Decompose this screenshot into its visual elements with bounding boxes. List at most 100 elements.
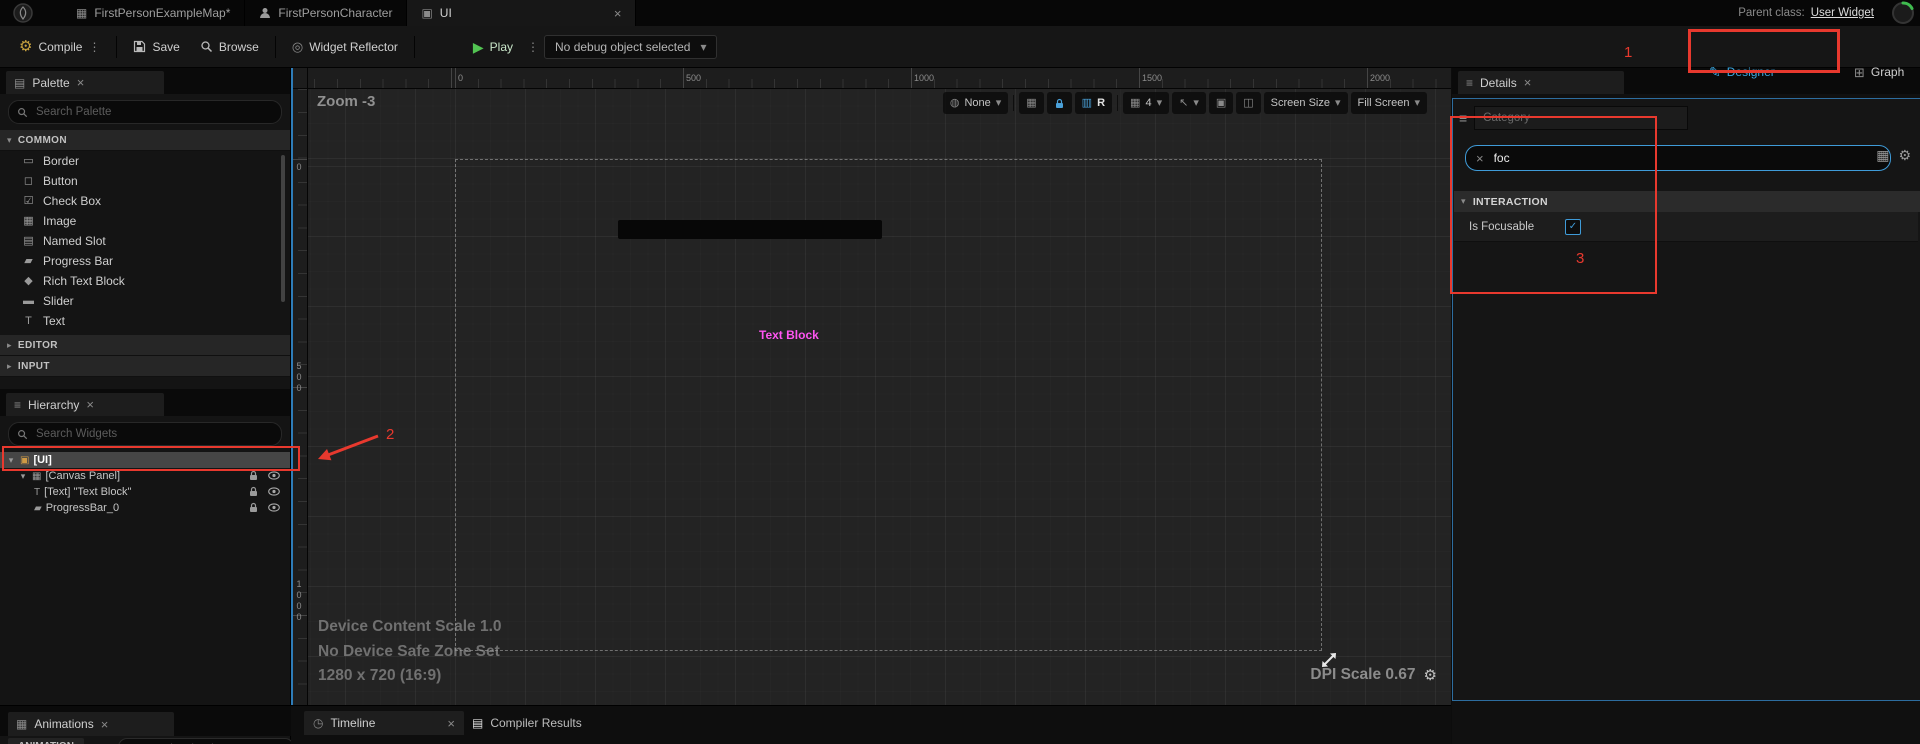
hierarchy-row-ui[interactable]: ▾ ▣ [UI] — [0, 452, 290, 468]
play-options-button[interactable]: ⋮ — [524, 36, 542, 58]
image-icon: ▦ — [22, 216, 35, 227]
palette-icon: ▤ — [14, 77, 25, 89]
palette-item-check-box[interactable]: ☑Check Box — [0, 191, 290, 211]
palette-item-rich-text-block[interactable]: ◆Rich Text Block — [0, 271, 290, 291]
lock-icon[interactable] — [248, 486, 259, 497]
hierarchy-search[interactable] — [8, 422, 282, 446]
settings-gear-icon[interactable]: ⚙ — [1898, 148, 1911, 162]
close-icon[interactable]: × — [614, 7, 622, 20]
visibility-eye-icon[interactable] — [268, 471, 280, 480]
lock-icon[interactable] — [248, 502, 259, 513]
designer-button[interactable]: ✎ Designer — [1700, 60, 1784, 84]
cursor-mode-dropdown[interactable]: ↖ ▾ — [1172, 92, 1206, 114]
tab-timeline[interactable]: ◷ Timeline × — [304, 711, 464, 735]
palette-section-editor[interactable]: ▸ EDITOR — [0, 335, 290, 356]
grid-snap-dropdown[interactable]: ▦ 4 ▾ — [1123, 92, 1169, 114]
palette-search[interactable] — [8, 100, 282, 124]
palette-section-common[interactable]: ▾ COMMON — [0, 130, 290, 151]
tab-ui[interactable]: ▣ UI × — [407, 0, 636, 26]
palette-item-slider[interactable]: ▬Slider — [0, 291, 290, 311]
snap-grid-button[interactable]: ▦ — [1019, 92, 1043, 114]
preview-image-button[interactable]: ▣ — [1209, 92, 1233, 114]
palette-item-label: Slider — [43, 294, 74, 308]
search-icon — [17, 429, 28, 440]
unreal-logo-icon[interactable] — [10, 2, 36, 24]
section-interaction[interactable]: ▾ INTERACTION — [1454, 191, 1920, 212]
display-filter-icon[interactable]: ▦ — [1876, 148, 1889, 162]
lock-widgets-button[interactable] — [1047, 92, 1072, 114]
hierarchy-row-progressbar[interactable]: ▰ ProgressBar_0 — [0, 500, 290, 516]
text-block-widget[interactable]: Text Block — [759, 328, 819, 342]
close-icon[interactable]: × — [77, 76, 85, 89]
palette-section-input[interactable]: ▸ INPUT — [0, 356, 290, 377]
palette-item-label: Text — [43, 314, 65, 328]
property-matrix-icon[interactable]: ≡ — [1459, 111, 1467, 125]
tab-details[interactable]: ≡ Details × — [1458, 71, 1624, 94]
close-icon[interactable]: × — [101, 718, 109, 731]
play-button[interactable]: ▶ Play — [464, 35, 522, 59]
animations-search[interactable] — [118, 738, 294, 744]
hierarchy-search-input[interactable] — [34, 427, 273, 441]
details-search[interactable]: × — [1465, 145, 1891, 171]
graph-button[interactable]: ⊞ Graph — [1845, 60, 1913, 84]
progress-bar-widget[interactable] — [618, 220, 882, 239]
tab-first-person-example-map[interactable]: ▦ FirstPersonExampleMap* — [62, 0, 245, 26]
text-icon: T — [22, 316, 35, 327]
clear-search-icon[interactable]: × — [1476, 152, 1484, 165]
screen-size-dropdown[interactable]: Screen Size ▾ — [1264, 92, 1348, 114]
tab-label: UI — [440, 6, 452, 20]
lock-icon[interactable] — [248, 470, 259, 481]
design-area-outline[interactable] — [455, 159, 1322, 651]
status-circle-icon[interactable] — [1890, 0, 1916, 26]
is-focusable-checkbox[interactable]: ✓ — [1565, 219, 1581, 235]
details-search-input[interactable] — [1492, 150, 1880, 166]
canvas-info-overlay: Device Content Scale 1.0 No Device Safe … — [318, 615, 502, 689]
respect-locks-button[interactable]: ▥ R — [1075, 92, 1112, 114]
palette-item-button[interactable]: ◻Button — [0, 171, 290, 191]
expander-icon[interactable]: ▾ — [18, 471, 28, 482]
panel-splitter-highlight[interactable] — [291, 67, 293, 705]
designer-canvas[interactable]: 0 500 1000 1500 2000 0 500 1000 Zoom -3 … — [291, 67, 1451, 705]
widget-reflector-button[interactable]: ◎ Widget Reflector — [283, 35, 407, 59]
tab-animations[interactable]: ▦ Animations × — [8, 712, 174, 736]
hierarchy-icon: ≡ — [14, 399, 21, 411]
tab-hierarchy[interactable]: ≡ Hierarchy × — [6, 393, 164, 416]
palette-scrollbar[interactable] — [281, 155, 285, 302]
tab-palette[interactable]: ▤ Palette × — [6, 71, 164, 94]
fill-screen-dropdown[interactable]: Fill Screen ▾ — [1351, 92, 1428, 114]
palette-item-image[interactable]: ▦Image — [0, 211, 290, 231]
preview-background-dropdown[interactable]: ◍ None ▾ — [943, 92, 1008, 114]
category-filter-input[interactable] — [1474, 106, 1688, 130]
chevron-down-icon: ▾ — [7, 136, 12, 145]
animation-section-button[interactable]: ANIMATION — [8, 738, 84, 744]
palette-item-border[interactable]: ▭Border — [0, 151, 290, 171]
expander-icon[interactable]: ▾ — [6, 455, 16, 466]
flip-preview-button[interactable]: ◫ — [1236, 92, 1260, 114]
tab-first-person-character[interactable]: FirstPersonCharacter — [245, 0, 407, 26]
palette-item-text[interactable]: T Text — [0, 311, 290, 331]
parent-class-link[interactable]: User Widget — [1811, 7, 1874, 19]
hierarchy-row-text-block[interactable]: T [Text] "Text Block" — [0, 484, 290, 500]
widget-root-icon: ▣ — [20, 455, 29, 466]
palette-item-named-slot[interactable]: ▤Named Slot — [0, 231, 290, 251]
compile-gear-icon: ⚙ — [19, 39, 32, 54]
debug-object-dropdown[interactable]: No debug object selected ▾ — [544, 35, 717, 59]
visibility-eye-icon[interactable] — [268, 503, 280, 512]
browse-button[interactable]: Browse — [191, 35, 268, 59]
hierarchy-row-canvas-panel[interactable]: ▾ ▦ [Canvas Panel] — [0, 468, 290, 484]
palette-search-input[interactable] — [34, 105, 273, 119]
image-icon: ▣ — [1216, 98, 1226, 109]
palette-tab-strip: ▤ Palette × — [0, 67, 290, 94]
save-button[interactable]: Save — [124, 35, 188, 59]
dpi-settings-gear-icon[interactable]: ⚙ — [1424, 668, 1437, 683]
compile-button[interactable]: ⚙ Compile ⋮ — [10, 34, 109, 59]
close-icon[interactable]: × — [447, 717, 455, 730]
close-icon[interactable]: × — [86, 398, 94, 411]
visibility-eye-icon[interactable] — [268, 487, 280, 496]
canvas-panel-icon: ▦ — [32, 471, 41, 482]
chevron-right-icon: ▸ — [7, 341, 12, 350]
palette-item-progress-bar[interactable]: ▰Progress Bar — [0, 251, 290, 271]
close-icon[interactable]: × — [1524, 76, 1532, 89]
compile-options-icon[interactable]: ⋮ — [88, 41, 100, 53]
tab-compiler-results[interactable]: ▤ Compiler Results — [463, 711, 591, 735]
